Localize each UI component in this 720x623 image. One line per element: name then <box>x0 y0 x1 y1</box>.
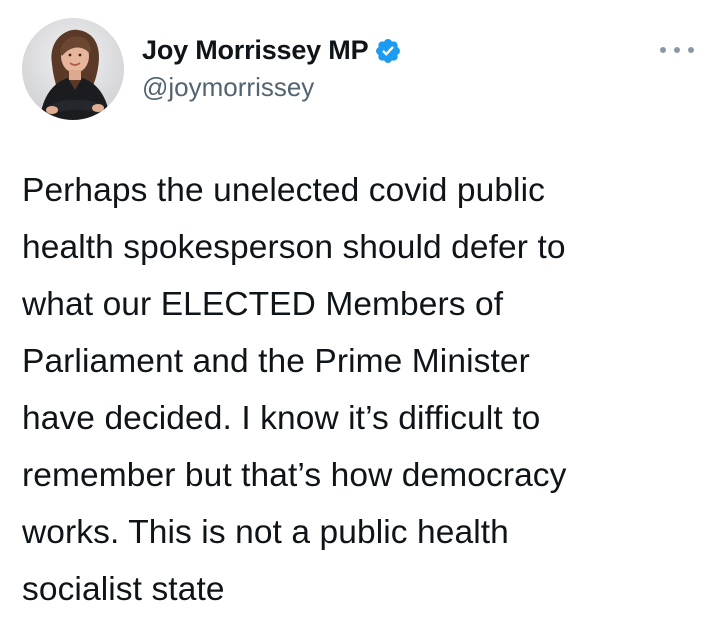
verified-badge-icon <box>374 37 402 65</box>
user-handle[interactable]: @joymorrissey <box>142 72 622 103</box>
author-info[interactable]: Joy Morrissey MP @joymorrissey <box>142 32 622 103</box>
tweet-card: Joy Morrissey MP @joymorrissey Perhaps t… <box>0 0 720 623</box>
display-name[interactable]: Joy Morrissey MP <box>142 35 369 66</box>
more-options-icon[interactable] <box>660 40 694 60</box>
more-dot <box>674 47 680 53</box>
avatar[interactable] <box>22 18 124 120</box>
tweet-text: Perhaps the unelected covid public healt… <box>22 172 567 608</box>
profile-photo <box>22 18 124 120</box>
more-dot <box>660 47 666 53</box>
name-row: Joy Morrissey MP <box>142 32 622 68</box>
more-dot <box>688 47 694 53</box>
tweet-header: Joy Morrissey MP @joymorrissey <box>22 18 702 120</box>
